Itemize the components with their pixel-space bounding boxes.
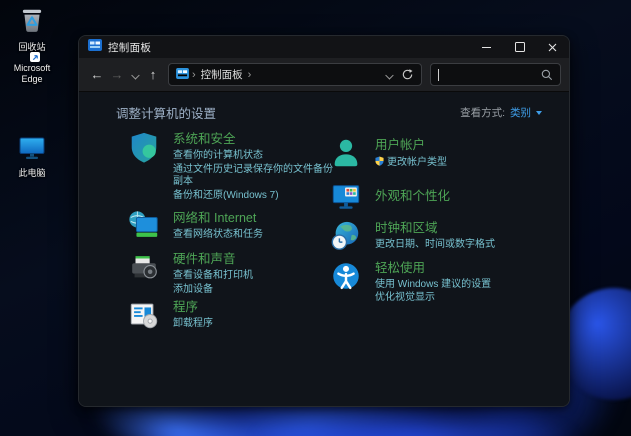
shield-icon <box>127 130 161 164</box>
task-link-change-account-type[interactable]: 更改帐户类型 <box>375 156 447 171</box>
back-button[interactable]: ← <box>87 67 107 82</box>
category-programs: 程序 卸载程序 <box>127 298 342 332</box>
recent-locations-button[interactable] <box>127 66 143 84</box>
minimize-button[interactable] <box>470 36 503 58</box>
category-title-link[interactable]: 时钟和区域 <box>375 220 495 236</box>
search-input[interactable] <box>441 69 541 81</box>
task-link[interactable]: 使用 Windows 建议的设置 <box>375 279 491 292</box>
category-hardware-sound: 硬件和声音 查看设备和打印机 添加设备 <box>127 250 342 296</box>
category-system-security: 系统和安全 查看你的计算机状态 通过文件历史记录保存你的文件备份副本 备份和还原… <box>127 130 342 202</box>
user-icon <box>329 136 363 170</box>
category-ease-of-access: 轻松使用 使用 Windows 建议的设置 优化视觉显示 <box>329 259 544 305</box>
category-title-link[interactable]: 网络和 Internet <box>173 210 263 226</box>
personalization-monitor-icon <box>329 179 363 213</box>
category-title-link[interactable]: 程序 <box>173 299 213 315</box>
category-clock-region: 时钟和区域 更改日期、时间或数字格式 <box>329 219 544 253</box>
task-link[interactable]: 通过文件历史记录保存你的文件备份副本 <box>173 164 342 189</box>
breadcrumb-root[interactable]: 控制面板 <box>201 67 243 82</box>
control-panel-window: 控制面板 ← → ↑ <box>78 35 570 407</box>
desktop-icon-label: Microsoft Edge <box>3 63 61 84</box>
maximize-icon <box>515 42 525 52</box>
desktop-icon-microsoft-edge[interactable]: Microsoft Edge <box>3 60 61 84</box>
search-icon <box>541 69 553 81</box>
desktop-icon-recycle-bin[interactable]: 回收站 <box>3 6 61 53</box>
breadcrumb-separator[interactable]: › <box>248 69 252 81</box>
up-button[interactable]: ↑ <box>143 67 163 82</box>
control-panel-home: 调整计算机的设置 查看方式: 类别 <box>79 92 569 407</box>
refresh-icon <box>401 68 414 81</box>
address-bar[interactable]: › 控制面板 › <box>168 63 422 86</box>
view-by-dropdown[interactable]: 查看方式: 类别 <box>460 105 542 120</box>
maximize-button[interactable] <box>503 36 536 58</box>
task-link[interactable]: 查看你的计算机状态 <box>173 150 342 163</box>
printer-icon <box>127 250 161 284</box>
page-header: 调整计算机的设置 查看方式: 类别 <box>116 103 542 122</box>
clock-globe-icon <box>329 219 363 253</box>
category-network-internet: 网络和 Internet 查看网络状态和任务 <box>127 209 342 243</box>
close-icon <box>548 43 557 52</box>
category-column-left: 系统和安全 查看你的计算机状态 通过文件历史记录保存你的文件备份副本 备份和还原… <box>127 130 342 332</box>
text-cursor <box>438 69 439 81</box>
wallpaper-bloom-petal <box>250 408 580 436</box>
programs-icon <box>127 298 161 332</box>
this-pc-icon <box>19 137 45 165</box>
refresh-button[interactable] <box>401 68 414 81</box>
search-box[interactable] <box>430 63 561 86</box>
control-panel-app-icon <box>88 38 102 56</box>
navigation-bar: ← → ↑ › 控制面板 › <box>79 58 569 92</box>
category-title-link[interactable]: 外观和个性化 <box>375 188 450 204</box>
control-panel-breadcrumb-icon <box>176 66 189 84</box>
category-column-right: 用户帐户 <box>329 136 544 305</box>
task-link[interactable]: 添加设备 <box>173 284 253 297</box>
ease-of-access-icon <box>329 259 363 293</box>
desktop-icon-label: 回收站 <box>18 42 45 53</box>
task-link[interactable]: 卸载程序 <box>173 318 213 331</box>
recycle-bin-icon <box>19 6 45 39</box>
titlebar[interactable]: 控制面板 <box>79 36 569 58</box>
page-title: 调整计算机的设置 <box>116 103 216 122</box>
task-link[interactable]: 查看网络状态和任务 <box>173 229 263 242</box>
task-link[interactable]: 更改日期、时间或数字格式 <box>375 239 495 252</box>
address-dropdown-button[interactable] <box>381 66 397 84</box>
task-link[interactable]: 备份和还原(Windows 7) <box>173 190 342 203</box>
window-title: 控制面板 <box>108 40 151 55</box>
desktop-icon-label: 此电脑 <box>18 168 45 179</box>
category-user-accounts: 用户帐户 <box>329 136 544 171</box>
task-link[interactable]: 查看设备和打印机 <box>173 270 253 283</box>
task-link[interactable]: 优化视觉显示 <box>375 292 491 305</box>
view-by-label: 查看方式: <box>460 105 505 120</box>
category-title-link[interactable]: 轻松使用 <box>375 260 491 276</box>
forward-button[interactable]: → <box>107 67 127 82</box>
view-by-value[interactable]: 类别 <box>510 105 531 120</box>
breadcrumb-separator: › <box>192 69 196 81</box>
network-globe-icon <box>127 209 161 243</box>
close-button[interactable] <box>536 36 569 58</box>
desktop-icon-this-pc[interactable]: 此电脑 <box>3 137 61 179</box>
minimize-icon <box>482 47 491 48</box>
dropdown-arrow-icon <box>536 111 542 115</box>
desktop: 回收站 Microsoft Edge 此电脑 <box>0 0 631 436</box>
task-link-label: 更改帐户类型 <box>387 157 447 168</box>
category-title-link[interactable]: 硬件和声音 <box>173 251 253 267</box>
category-appearance-personalization: 外观和个性化 <box>329 179 544 213</box>
shortcut-arrow-icon <box>30 52 40 62</box>
uac-shield-icon <box>375 156 384 171</box>
category-title-link[interactable]: 系统和安全 <box>173 131 342 147</box>
category-title-link[interactable]: 用户帐户 <box>375 137 447 153</box>
